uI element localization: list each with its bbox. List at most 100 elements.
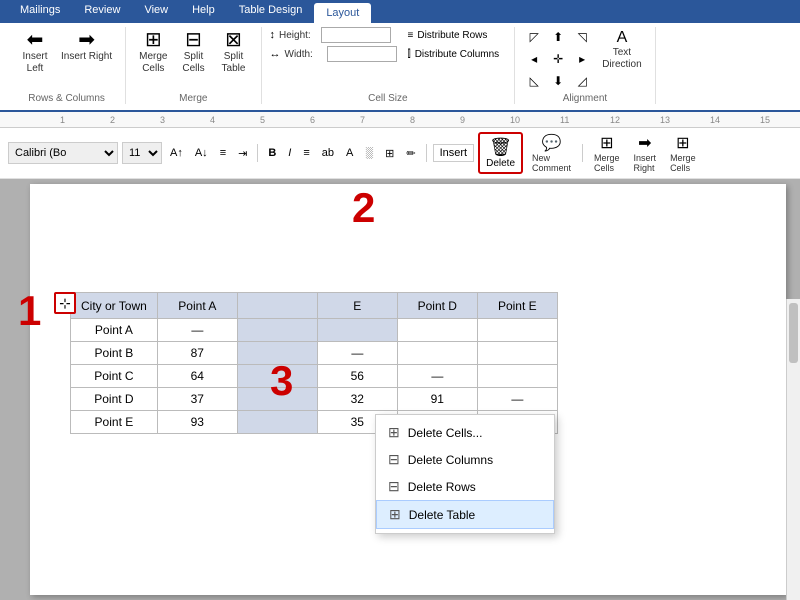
table-row: Point B 87 — [71, 342, 558, 365]
shrink-font-button[interactable]: A↓ [191, 142, 212, 164]
distribute-columns-button[interactable]: ⫿ Distribute Columns [401, 46, 507, 63]
grow-font-button[interactable]: A↑ [166, 142, 187, 164]
tab-mailings[interactable]: Mailings [8, 0, 72, 23]
width-input[interactable] [327, 46, 397, 62]
new-comment-icon: 💬 [542, 133, 562, 153]
table-row: Point D 37 32 91 — [71, 388, 558, 411]
borders-button[interactable]: ⊞ [381, 142, 398, 164]
delete-dropdown-button[interactable]: 🗑 Delete [478, 132, 523, 174]
toolbar-merge2-icon: ⊞ [676, 133, 689, 153]
font-color-button[interactable]: A [342, 142, 357, 164]
delete-table-label: Delete Table [409, 508, 476, 522]
split-cells-button[interactable]: ⊟ SplitCells [175, 27, 213, 78]
cell-pd-d: 91 [397, 388, 477, 411]
delete-rows-item[interactable]: ⊟ Delete Rows [376, 473, 554, 500]
cell-pd-city: Point D [71, 388, 158, 411]
alignment-group: ◸ ⬆ ◹ ◂ ✛ ▸ ◺ ⬇ ◿ A [515, 27, 655, 104]
highlight-button[interactable]: ab [318, 142, 338, 164]
list-button[interactable]: ≡ [216, 142, 230, 164]
tab-view[interactable]: View [132, 0, 180, 23]
insert-left-label: InsertLeft [22, 51, 47, 75]
col-header-b [237, 293, 317, 319]
tab-table-design[interactable]: Table Design [227, 0, 315, 23]
delete-columns-item[interactable]: ⊟ Delete Columns [376, 446, 554, 473]
bold-button[interactable]: B [264, 142, 280, 164]
cell-size-group: ↕ Height: ↔ Width: ≡ Distribute Rows [262, 27, 516, 104]
toolbar-merge-cells-button[interactable]: ⊞ MergeCells [589, 130, 625, 176]
tab-layout[interactable]: Layout [314, 3, 371, 23]
delete-icon: 🗑 [489, 137, 512, 158]
tab-help[interactable]: Help [180, 0, 227, 23]
rows-cols-label: Rows & Columns [28, 93, 105, 104]
merge-cells-icon: ⊞ [145, 30, 162, 50]
cell-pb-a: 87 [157, 342, 237, 365]
insert-left-button[interactable]: ⬅ InsertLeft [16, 27, 54, 78]
separator-2 [426, 144, 427, 162]
distribute-rows-button[interactable]: ≡ Distribute Rows [401, 27, 507, 44]
height-input[interactable] [321, 27, 391, 43]
split-cells-label: SplitCells [182, 51, 204, 75]
insert-right-button[interactable]: ➡ Insert Right [56, 27, 117, 66]
indent-button[interactable]: ⇥ [234, 142, 251, 164]
insert-left-icon: ⬅ [27, 30, 44, 50]
text-direction-label: TextDirection [602, 47, 641, 71]
content-area: ⊹ City or Town Point A E Point D Point E [0, 179, 800, 600]
vertical-scrollbar[interactable] [786, 299, 800, 600]
cell-pc-e [477, 365, 557, 388]
height-label: Height: [279, 30, 319, 41]
delete-cells-icon: ⊞ [388, 424, 400, 441]
toolbar-insert-right-label: InsertRight [634, 153, 657, 173]
split-table-button[interactable]: ⊠ SplitTable [215, 27, 253, 78]
scrollbar-thumb[interactable] [789, 303, 798, 363]
cell-pa-e [317, 319, 397, 342]
eraser-button[interactable]: ✏ [402, 142, 419, 164]
step-2-annotation: 2 [352, 184, 375, 232]
toolbar-insert-right-button[interactable]: ➡ InsertRight [629, 130, 662, 176]
ribbon-tabs: Mailings Review View Help Table Design L… [0, 0, 800, 23]
cell-pd-c: 32 [317, 388, 397, 411]
merge-cells-label: MergeCells [139, 51, 167, 75]
insert-button[interactable]: Insert [433, 144, 475, 162]
cell-pb-city: Point B [71, 342, 158, 365]
align-middle-left[interactable]: ◂ [523, 49, 545, 69]
table-row: Point C 64 56 — [71, 365, 558, 388]
merge-cells-button[interactable]: ⊞ MergeCells [134, 27, 172, 78]
new-comment-button[interactable]: 💬 NewComment [527, 130, 576, 176]
delete-dropdown-menu: ⊞ Delete Cells... ⊟ Delete Columns ⊟ Del… [375, 414, 555, 534]
distribute-rows-icon: ≡ [408, 30, 414, 41]
step-1-annotation: 1 [18, 287, 41, 335]
align-top-center[interactable]: ⬆ [547, 27, 569, 47]
delete-columns-icon: ⊟ [388, 451, 400, 468]
formatting-toolbar: Calibri (Bo 11 A↑ A↓ ≡ ⇥ B I ≡ ab A ░ ⊞ … [0, 128, 800, 179]
cell-pc-c: 56 [317, 365, 397, 388]
delete-cells-item[interactable]: ⊞ Delete Cells... [376, 419, 554, 446]
align-bottom-right[interactable]: ◿ [571, 71, 593, 91]
align-middle-center[interactable]: ✛ [547, 49, 569, 69]
align-top-right[interactable]: ◹ [571, 27, 593, 47]
tab-review[interactable]: Review [72, 0, 132, 23]
delete-rows-icon: ⊟ [388, 478, 400, 495]
align-top-left[interactable]: ◸ [523, 27, 545, 47]
toolbar-merge-cells2-button[interactable]: ⊞ MergeCells [665, 130, 701, 176]
align-left-button[interactable]: ≡ [299, 142, 313, 164]
font-family-select[interactable]: Calibri (Bo [8, 142, 118, 164]
font-size-select[interactable]: 11 [122, 142, 162, 164]
delete-table-item[interactable]: ⊞ Delete Table [376, 500, 554, 529]
width-row: ↔ Width: [270, 46, 397, 62]
align-bottom-center[interactable]: ⬇ [547, 71, 569, 91]
table-move-handle[interactable]: ⊹ [54, 292, 76, 314]
distribute-rows-label: Distribute Rows [417, 30, 487, 41]
text-direction-button[interactable]: A TextDirection [597, 27, 646, 74]
new-comment-label: NewComment [532, 153, 571, 173]
cell-pa-a: — [157, 319, 237, 342]
rows-cols-group: ⬅ InsertLeft ➡ Insert Right Rows & Colum… [8, 27, 126, 104]
align-middle-right[interactable]: ▸ [571, 49, 593, 69]
distribute-cols-icon: ⫿ [408, 49, 411, 60]
text-direction-icon: A [617, 30, 628, 46]
shading-button[interactable]: ░ [361, 142, 377, 164]
table-row: Point A — [71, 319, 558, 342]
delete-rows-label: Delete Rows [408, 480, 476, 494]
align-bottom-left[interactable]: ◺ [523, 71, 545, 91]
italic-button[interactable]: I [284, 142, 295, 164]
cell-pb-d [397, 342, 477, 365]
